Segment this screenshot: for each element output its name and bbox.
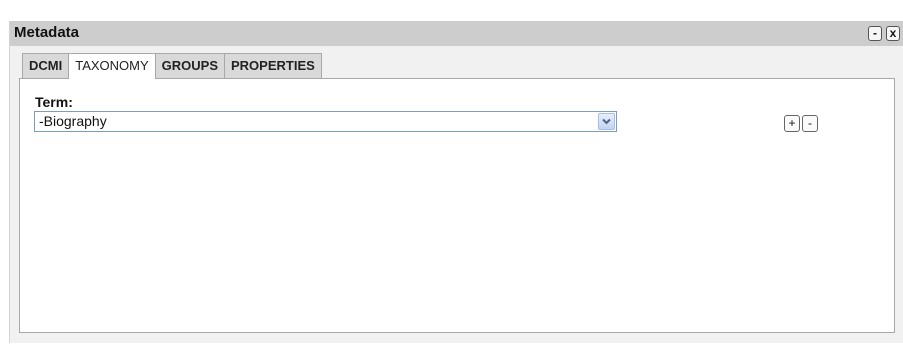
tab-groups[interactable]: GROUPS — [154, 53, 225, 78]
minimize-button[interactable]: - — [868, 26, 882, 41]
term-label: Term: — [35, 94, 73, 110]
panel-titlebar: Metadata - x — [10, 21, 903, 46]
close-button[interactable]: x — [886, 26, 900, 41]
metadata-panel: Metadata - x DCMI TAXONOMY GROUPS PROPER… — [9, 21, 903, 343]
tab-taxonomy[interactable]: TAXONOMY — [68, 53, 156, 79]
remove-term-button[interactable]: - — [802, 115, 818, 132]
chevron-down-icon[interactable] — [598, 113, 615, 130]
term-select[interactable]: -Biography — [34, 111, 617, 132]
add-term-button[interactable]: + — [784, 115, 800, 132]
tab-bar: DCMI TAXONOMY GROUPS PROPERTIES — [22, 53, 322, 79]
tab-properties[interactable]: PROPERTIES — [224, 53, 322, 78]
tab-dcmi[interactable]: DCMI — [22, 53, 70, 78]
taxonomy-tab-content: Term: -Biography + - — [19, 78, 895, 333]
panel-title: Metadata — [14, 24, 80, 41]
term-select-value: -Biography — [39, 113, 107, 129]
